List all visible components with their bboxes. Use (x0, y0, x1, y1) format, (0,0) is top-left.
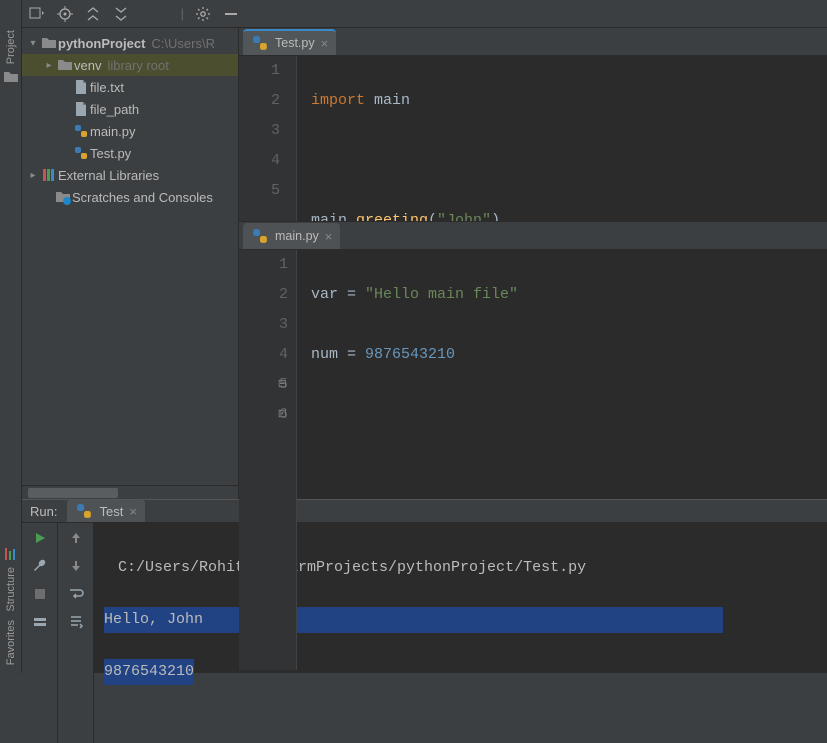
close-icon[interactable]: × (129, 504, 137, 519)
favorites-tool-button[interactable]: Favorites (5, 620, 17, 665)
structure-tool-button[interactable]: Structure (5, 567, 17, 612)
line-number: 5 (239, 176, 280, 206)
fold-icon[interactable]: ⊟ (278, 370, 287, 400)
tab-label: Test.py (275, 36, 315, 50)
wrench-icon[interactable] (31, 557, 49, 575)
line-number: 1 (239, 250, 288, 280)
python-file-icon (75, 502, 93, 520)
run-tab-label: Test (99, 504, 123, 519)
collapse-all-icon[interactable] (112, 5, 130, 23)
tab-main-py[interactable]: main.py × (243, 223, 340, 249)
project-h-scrollbar[interactable] (22, 485, 238, 499)
libraries-icon (40, 166, 58, 184)
view-mode-icon[interactable] (28, 5, 46, 23)
expand-all-icon[interactable] (84, 5, 102, 23)
main-py[interactable]: main.py (22, 120, 238, 142)
up-arrow-icon[interactable] (67, 529, 85, 547)
editor-area: Test.py × 1 2 3 4 5 import main main.gre… (239, 28, 827, 499)
run-nav-bar (58, 523, 94, 743)
gear-icon[interactable] (194, 5, 212, 23)
structure-bars-icon[interactable] (2, 545, 20, 563)
close-icon[interactable]: × (325, 229, 333, 244)
tab-test-py[interactable]: Test.py × (243, 29, 336, 55)
python-file-icon (72, 144, 90, 162)
run-tool-window: Run: Test × C:/Users/Rohit/PycharmProjec… (22, 499, 827, 673)
line-number: 4 (239, 340, 288, 370)
hide-icon[interactable] (222, 5, 240, 23)
line-number: 2 (239, 86, 280, 116)
project-root[interactable]: ▾ pythonProject C:\Users\R (22, 32, 238, 54)
project-folder-icon (2, 68, 20, 86)
layout-icon[interactable] (31, 613, 49, 631)
python-file-icon (72, 122, 90, 140)
scratches[interactable]: Scratches and Consoles (22, 186, 238, 208)
file-icon (72, 78, 90, 96)
external-libraries[interactable]: ▸ External Libraries (22, 164, 238, 186)
tab-label: main.py (275, 229, 319, 243)
scratches-icon (54, 188, 72, 206)
locate-icon[interactable] (56, 5, 74, 23)
file-txt[interactable]: file.txt (22, 76, 238, 98)
close-icon[interactable]: × (321, 36, 329, 51)
test-py[interactable]: Test.py (22, 142, 238, 164)
project-toolbar: | (22, 0, 827, 28)
line-number: 1 (239, 56, 280, 86)
run-title: Run: (30, 504, 57, 519)
left-tool-rail: Project Structure Favorites (0, 0, 22, 673)
main-column: | ▾ pythonProject C:\Users\R ▸ (22, 0, 827, 673)
output-line: 9876543210 (104, 659, 194, 685)
file-path[interactable]: file_path (22, 98, 238, 120)
soft-wrap-icon[interactable] (67, 585, 85, 603)
scroll-end-icon[interactable] (67, 613, 85, 631)
output-line: C:/Users/Rohit/PycharmProjects/pythonPro… (104, 555, 817, 581)
run-output[interactable]: C:/Users/Rohit/PycharmProjects/pythonPro… (94, 523, 827, 743)
line-number: 4 (239, 146, 280, 176)
project-tree-panel: ▾ pythonProject C:\Users\R ▸ venv librar… (22, 28, 239, 499)
run-action-bar (22, 523, 58, 743)
output-line: Hello, John (104, 607, 203, 633)
venv-folder[interactable]: ▸ venv library root (22, 54, 238, 76)
editor-pane-test: Test.py × 1 2 3 4 5 import main main.gre… (239, 28, 827, 222)
rerun-icon[interactable] (31, 529, 49, 547)
stop-icon[interactable] (31, 585, 49, 603)
python-file-icon (251, 34, 269, 52)
folder-icon (56, 56, 74, 74)
line-number: 3 (239, 116, 280, 146)
folder-icon (40, 34, 58, 52)
fold-icon[interactable]: ⊡ (278, 400, 287, 430)
down-arrow-icon[interactable] (67, 557, 85, 575)
line-number: 2 (239, 280, 288, 310)
line-number: 3 (239, 310, 288, 340)
run-tab[interactable]: Test × (67, 500, 144, 522)
file-icon (72, 100, 90, 118)
code-editor-test[interactable]: 1 2 3 4 5 import main main.greeting("Joh… (239, 56, 827, 221)
python-file-icon (251, 227, 269, 245)
project-tool-button[interactable]: Project (5, 30, 17, 64)
